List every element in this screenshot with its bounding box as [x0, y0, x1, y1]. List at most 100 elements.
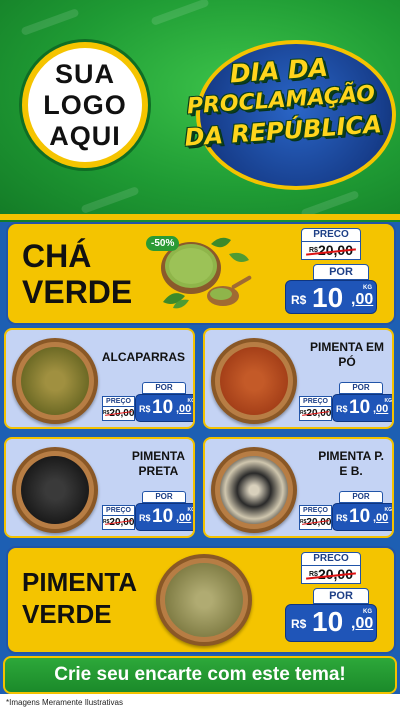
- old-price: R$20,00: [299, 516, 332, 530]
- currency: R$: [291, 617, 307, 631]
- price-label: PRECO: [301, 228, 361, 242]
- unit-label: KG: [363, 609, 372, 615]
- product-name: PIMENTA EM PÓ: [310, 340, 384, 370]
- old-price: R$20,00: [301, 566, 361, 584]
- currency: R$: [309, 571, 318, 578]
- old-price-value: 20,00: [109, 408, 135, 419]
- logo-text-line: AQUI: [49, 120, 121, 151]
- price-integer: 10: [152, 397, 174, 418]
- price-cents: ,00: [176, 512, 192, 524]
- decor-streak: [80, 185, 140, 215]
- product-name-line: PRETA: [138, 464, 179, 478]
- decor-streak: [20, 7, 80, 37]
- por-label: POR: [313, 264, 369, 280]
- por-label: POR: [339, 382, 383, 394]
- yellow-border-band: [0, 214, 400, 220]
- product-name: ALCAPARRAS: [102, 350, 185, 365]
- old-price-value: 20,00: [306, 408, 332, 419]
- alcaparras-image: [12, 338, 98, 424]
- price-cents: ,00: [351, 615, 374, 632]
- old-price: R$20,00: [299, 407, 332, 421]
- por-label: POR: [313, 588, 369, 604]
- new-price: R$ 10 ,00 KG: [332, 503, 393, 531]
- new-price: R$ 10 ,00 KG: [285, 280, 377, 314]
- logo-text-line: LOGO: [43, 89, 127, 120]
- featured-card-cha-verde[interactable]: CHÁ VERDE -50% PRECO R$20,00 POR R$ 10 ,…: [6, 222, 396, 325]
- unit-label: KG: [187, 398, 195, 404]
- logo-placeholder[interactable]: SUA LOGO AQUI: [22, 42, 148, 168]
- product-name: PIMENTA PRETA: [132, 449, 185, 479]
- por-label: POR: [339, 491, 383, 503]
- product-name-line: PÓ: [338, 355, 356, 369]
- price-tag: PREÇO R$20,00 POR R$ 10 ,00 KG: [299, 491, 393, 535]
- pimenta-preta-image: [12, 447, 98, 533]
- por-label: POR: [142, 382, 186, 394]
- product-name: PIMENTA VERDE: [22, 566, 137, 630]
- old-price-value: 20,00: [317, 242, 353, 258]
- new-price: R$ 10 ,00 KG: [332, 394, 393, 422]
- unit-label: KG: [384, 507, 393, 513]
- price-cents: ,00: [373, 512, 389, 524]
- old-price-value: 20,00: [109, 517, 135, 528]
- currency: R$: [336, 513, 348, 523]
- old-price: R$20,00: [301, 242, 361, 260]
- price-tag: PREÇO R$20,00 POR R$ 10 ,00 KG: [102, 491, 195, 535]
- price-tag: PRECO R$20,00 POR R$ 10 ,00 KG: [285, 552, 399, 642]
- product-card-pimenta-p-e-b[interactable]: PIMENTA P. E B. PREÇO R$20,00 POR R$ 10 …: [203, 437, 394, 538]
- discount-badge: -50%: [146, 236, 180, 251]
- price-tag: PRECO R$20,00 POR R$ 10 ,00 KG: [285, 228, 399, 314]
- product-name: PIMENTA P. E B.: [318, 449, 384, 479]
- pimenta-em-po-image: [211, 338, 297, 424]
- product-name-line: PIMENTA P.: [318, 449, 384, 463]
- price-integer: 10: [152, 506, 174, 527]
- old-price: R$20,00: [102, 516, 135, 530]
- product-name-line: E B.: [339, 464, 363, 478]
- product-name-line: VERDE: [22, 599, 112, 629]
- product-name-line: VERDE: [22, 274, 133, 310]
- old-price-value: 20,00: [317, 566, 353, 582]
- price-integer: 10: [349, 506, 371, 527]
- logo-text-line: SUA: [54, 58, 115, 89]
- cta-button[interactable]: Crie seu encarte com este tema!: [3, 656, 397, 694]
- decor-streak: [150, 0, 210, 27]
- por-label: POR: [142, 491, 186, 503]
- price-label: PREÇO: [299, 396, 332, 407]
- currency: R$: [309, 247, 318, 254]
- unit-label: KG: [384, 398, 393, 404]
- header-banner: SUA LOGO AQUI DIA DA PROCLAMAÇÃO DA REPÚ…: [0, 0, 400, 222]
- price-tag: PREÇO R$20,00 POR R$ 10 ,00 KG: [299, 382, 393, 426]
- currency: R$: [139, 513, 151, 523]
- price-label: PREÇO: [299, 505, 332, 516]
- featured-card-pimenta-verde[interactable]: PIMENTA VERDE PRECO R$20,00 POR R$ 10 ,0…: [6, 546, 396, 654]
- product-card-pimenta-preta[interactable]: PIMENTA PRETA PREÇO R$20,00 POR R$ 10 ,0…: [4, 437, 195, 538]
- pimenta-verde-image: [156, 554, 252, 646]
- price-tag: PREÇO R$20,00 POR R$ 10 ,00 KG: [102, 382, 195, 426]
- new-price: R$ 10 ,00 KG: [135, 503, 195, 531]
- product-name-line: PIMENTA: [22, 567, 138, 597]
- old-price: R$20,00: [102, 407, 135, 421]
- currency: R$: [291, 293, 307, 307]
- headline: DIA DA PROCLAMAÇÃO DA REPÚBLICA: [165, 48, 397, 154]
- product-name: CHÁ VERDE: [22, 238, 132, 310]
- price-cents: ,00: [176, 403, 192, 415]
- product-name-line: ALCAPARRAS: [101, 350, 185, 364]
- price-cents: ,00: [373, 403, 389, 415]
- product-name-line: PIMENTA: [131, 449, 185, 463]
- disclaimer-text: *Imagens Meramente Ilustrativas: [0, 694, 400, 711]
- price-integer: 10: [312, 282, 344, 313]
- new-price: R$ 10 ,00 KG: [135, 394, 195, 422]
- price-integer: 10: [349, 397, 371, 418]
- price-label: PREÇO: [102, 396, 135, 407]
- price-cents: ,00: [351, 291, 374, 308]
- unit-label: KG: [187, 507, 195, 513]
- product-card-alcaparras[interactable]: ALCAPARRAS PREÇO R$20,00 POR R$ 10 ,00 K…: [4, 328, 195, 429]
- price-integer: 10: [312, 606, 344, 637]
- price-label: PREÇO: [102, 505, 135, 516]
- pimenta-p-e-b-image: [211, 447, 297, 533]
- currency: R$: [336, 404, 348, 414]
- product-card-pimenta-em-po[interactable]: PIMENTA EM PÓ PREÇO R$20,00 POR R$ 10 ,0…: [203, 328, 394, 429]
- price-label: PRECO: [301, 552, 361, 566]
- product-name-line: PIMENTA EM: [310, 340, 384, 354]
- product-name-line: CHÁ: [22, 238, 92, 274]
- currency: R$: [139, 404, 151, 414]
